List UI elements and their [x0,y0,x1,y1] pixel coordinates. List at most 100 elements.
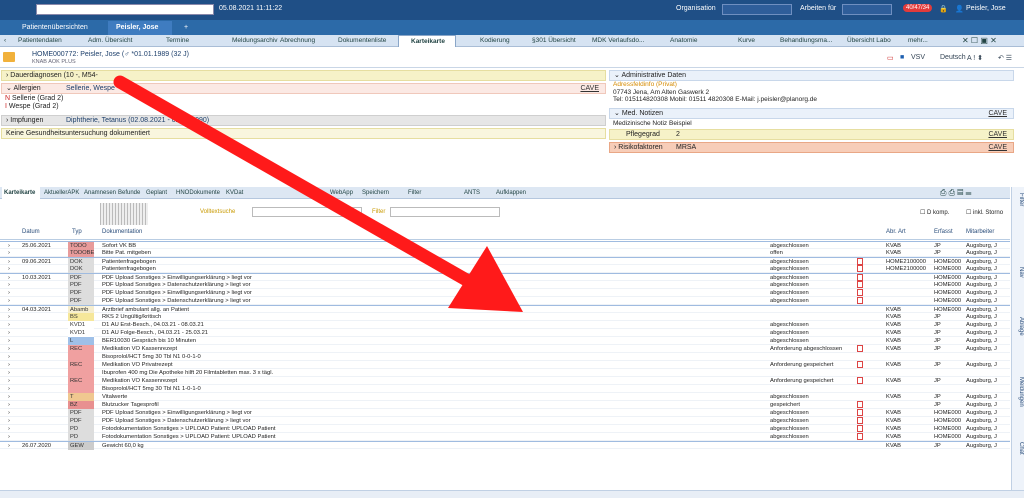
row-expand-icon[interactable]: › [8,345,10,353]
row-expand-icon[interactable]: › [8,401,10,409]
row-expand-icon[interactable]: › [8,369,10,377]
tab-mehr[interactable]: mehr... [908,35,928,47]
table-row[interactable]: › Fotodokumentation Sonstiges > UPLOAD Pa… [0,425,1010,433]
tab-dokumentenliste[interactable]: Dokumentenliste [338,35,386,47]
row-expand-icon[interactable]: › [8,361,10,369]
table-row[interactable]: › Patientenfragebogen abgeschlossen HOME210… [0,265,1010,273]
add-tab-button[interactable]: + [176,21,196,35]
table-row[interactable]: › D1 AU Erst-Besch., 04.03.21 - 08.03.21 a… [0,321,1010,329]
table-row[interactable]: › PDF Upload Sonstiges > Einwilligungserk… [0,409,1010,417]
table-row[interactable]: › Medikation VO Kassenrezept Anforderung g… [0,377,1010,385]
organisation-select[interactable] [722,4,792,15]
table-row[interactable]: › 26.07.2020 Gewicht 60,0 kg KVAB JP Augsburg… [0,441,1010,450]
dauerdiagnosen-row[interactable]: › Dauerdiagnosen (10 -, M54- [1,70,606,81]
med-notizen-header[interactable]: ⌄ Med. Notizen CAVE [609,108,1014,119]
tab-adm-uebersicht[interactable]: Adm. Übersicht [88,35,132,47]
pdf-icon[interactable] [857,289,863,296]
nav-back-icon[interactable]: ‹ [4,35,6,47]
sidebar-filter[interactable]: Filter [1013,193,1024,206]
row-expand-icon[interactable]: › [8,289,10,297]
row-expand-icon[interactable]: › [8,313,10,321]
table-row[interactable]: › PDF Upload Sonstiges > Datenschutzerklä… [0,417,1010,425]
card-icon[interactable]: ▭ [887,54,894,62]
pdf-icon[interactable] [857,274,863,281]
sidebar-meldungen[interactable]: Meldungen [1013,377,1024,407]
tab-abrechnung[interactable]: Abrechnung [280,35,315,47]
table-row[interactable]: › Fotodokumentation Sonstiges > UPLOAD Pa… [0,433,1010,441]
med-cave-link[interactable]: CAVE [988,109,1007,119]
patient-line[interactable]: HOME000772: Peisler, Jose (♂ *01.01.1989… [32,51,189,58]
lock-icon[interactable]: 🔒 [939,5,948,13]
row-expand-icon[interactable]: › [8,265,10,273]
row-expand-icon[interactable]: › [8,377,10,385]
table-row[interactable]: › 04.03.2021 Arztbrief ambulant allg. an P… [0,305,1010,314]
table-row[interactable]: › Ibuprofen 400 mg Die Apotheke hilft 20… [0,369,1010,377]
d-komp-checkbox[interactable]: ☐ D komp. [920,209,949,216]
sidebar-chat[interactable]: Chat [1013,442,1024,455]
window-controls-icon[interactable]: ✕ ☐ ▣ ✕ [962,35,997,47]
tab-kurve[interactable]: Kurve [738,35,755,47]
tab-uebersicht-labor[interactable]: Übersicht Labo [847,35,891,47]
tab-webapp[interactable]: WebApp [330,187,353,199]
table-row[interactable]: › 25.06.2021 Sofort VK BB abgeschlossen KVAB… [0,241,1010,250]
row-expand-icon[interactable]: › [8,337,10,345]
volltext-input[interactable] [252,207,362,217]
row-expand-icon[interactable]: › [8,249,10,257]
undo-icon[interactable]: ↶ ☰ [998,54,1012,62]
tab-behandlungsmassnahmen[interactable]: Behandlungsma... [780,35,832,47]
tab-befunde[interactable]: Befunde [118,187,140,199]
pdf-icon[interactable] [857,345,863,352]
table-row[interactable]: › Bisoprolol/HCT 5mg 30 Tbl N1 1-0-1-0 [0,385,1010,393]
col-dokumentation[interactable]: Dokumentation [102,229,142,235]
allergien-row[interactable]: ⌄ Allergien Sellerie, Wespe CAVE [1,83,606,94]
tab-patientendaten[interactable]: Patientendaten [18,35,62,47]
col-erfasst[interactable]: Erfasst [934,229,953,235]
tab-301-uebersicht[interactable]: §301 Übersicht [532,35,576,47]
row-expand-icon[interactable]: › [8,321,10,329]
tab-mdk[interactable]: MDK Verlaufsdo... [592,35,644,47]
pdf-icon[interactable] [857,281,863,288]
tab-kvdat[interactable]: KVDat [226,187,243,199]
impfungen-row[interactable]: › Impfungen Diphtherie, Tetanus (02.08.2… [1,115,606,126]
timeline-preview[interactable] [100,203,148,225]
tab-anamnesen[interactable]: Anamnesen [84,187,116,199]
row-expand-icon[interactable]: › [8,409,10,417]
pdf-icon[interactable] [857,409,863,416]
row-expand-icon[interactable]: › [8,353,10,361]
pdf-icon[interactable] [857,361,863,368]
sidebar-ablage[interactable]: Ablage [1013,317,1024,336]
row-expand-icon[interactable]: › [8,425,10,433]
expand-all-button[interactable]: Aufklappen [496,187,526,199]
row-expand-icon[interactable]: › [8,433,10,441]
notification-badge[interactable]: 40/47/34 [903,4,933,12]
col-datum[interactable]: Datum [22,229,40,235]
col-typ[interactable]: Typ [72,229,82,235]
tab-anatomie[interactable]: Anatomie [670,35,697,47]
col-abr-art[interactable]: Abr. Art [886,229,906,235]
row-expand-icon[interactable]: › [8,417,10,425]
table-row[interactable]: › RKS 2 Ungültig/kritisch KVAB JP Augsburg, … [0,313,1010,321]
col-mitarbeiter[interactable]: Mitarbeiter [966,229,994,235]
tab-hnodokumente[interactable]: HNODokumente [176,187,220,199]
row-expand-icon[interactable]: › [8,393,10,401]
filter-button[interactable]: Filter [408,187,421,199]
table-row[interactable]: › 09.06.2021 Patientenfragebogen abgeschlos… [0,257,1010,266]
admin-header[interactable]: ⌄ Administrative Daten [609,70,1014,81]
user-name[interactable]: Peisler, Jose [966,5,1006,12]
sidebar-nav[interactable]: Nav [1013,267,1024,278]
filter-select[interactable] [390,207,500,217]
table-row[interactable]: › Medikation VO Privatrezept Anforderung g… [0,361,1010,369]
table-row[interactable]: › PDF Upload Sonstiges > Datenschutzerklä… [0,281,1010,289]
row-expand-icon[interactable]: › [8,442,10,450]
table-row[interactable]: › 10.03.2021 PDF Upload Sonstiges > Einwil… [0,273,1010,282]
table-row[interactable]: › Medikation VO Kassenrezept Anforderung a… [0,345,1010,353]
row-expand-icon[interactable]: › [8,329,10,337]
tab-meldungsarchiv[interactable]: Meldungsarchiv [232,35,278,47]
table-row[interactable]: › PDF Upload Sonstiges > Einwilligungserk… [0,289,1010,297]
table-row[interactable]: › Vitalwerte abgeschlossen KVAB JP Augsburg, … [0,393,1010,401]
collapse-icon[interactable]: ⌄ [614,110,622,117]
ants-button[interactable]: ANTS [464,187,480,199]
tab-termine[interactable]: Termine [166,35,189,47]
pdf-icon[interactable] [857,265,863,272]
pflege-cave-link[interactable]: CAVE [988,130,1007,140]
